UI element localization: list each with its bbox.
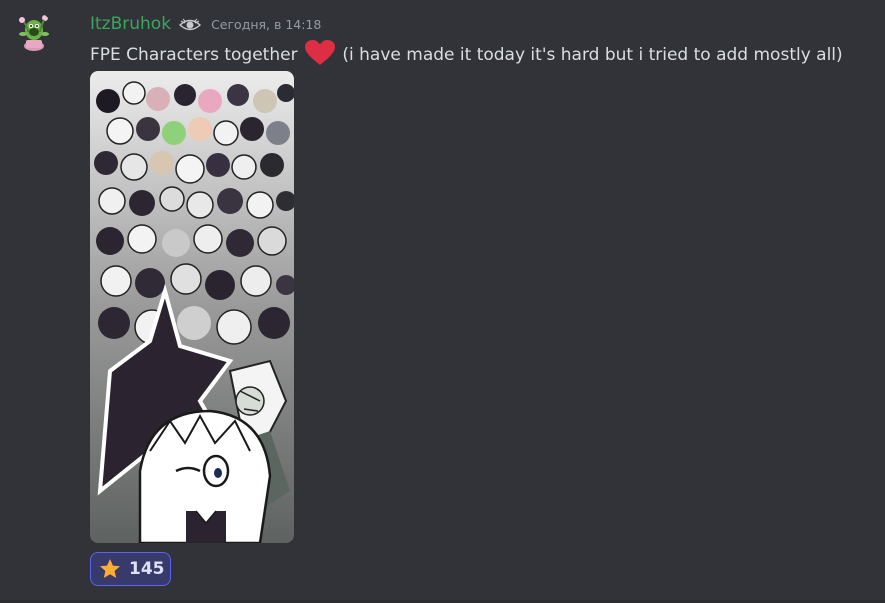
message-text-part-2: (i have made it today it's hard but i tr… [342,45,843,65]
eye-icon [179,17,202,31]
chat-message: ItzBruhok Сегодня, в 14:18 FPE Character… [0,0,885,603]
plant-creature-avatar-icon [14,12,54,52]
star-icon [99,558,121,580]
author-name[interactable]: ItzBruhok [90,14,171,34]
reaction-star[interactable]: 145 [90,552,171,586]
message-text-part-1: FPE Characters together [90,45,298,65]
message-content: FPE Characters together (i have made it … [90,40,885,69]
reaction-count: 145 [129,559,165,579]
collage-image [90,71,294,543]
red-heart-icon[interactable] [304,40,335,66]
user-avatar[interactable] [14,12,54,52]
image-attachment[interactable] [90,71,294,543]
message-header: ItzBruhok Сегодня, в 14:18 [90,12,321,36]
message-timestamp: Сегодня, в 14:18 [211,16,322,32]
